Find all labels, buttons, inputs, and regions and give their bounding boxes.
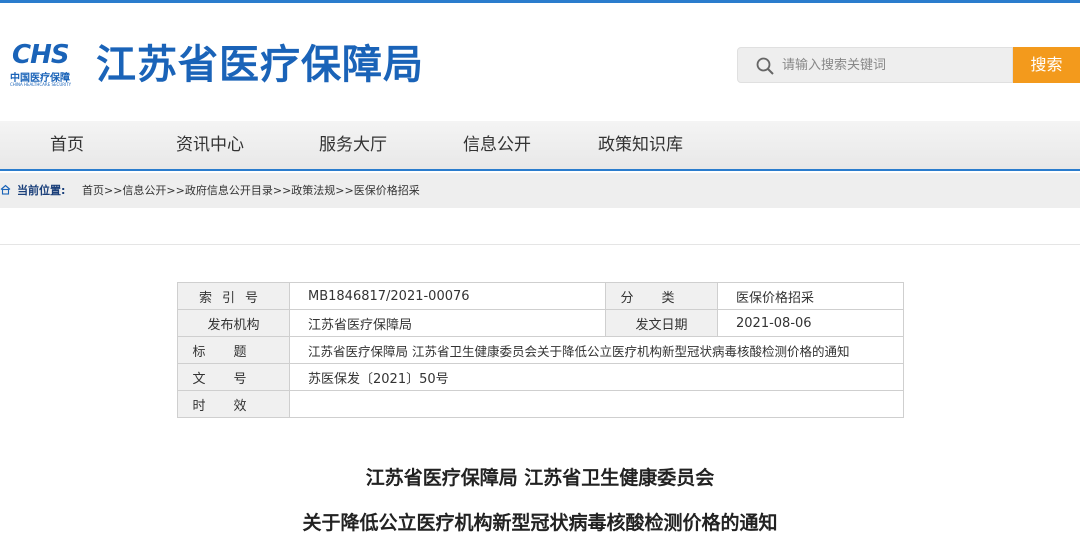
nav-item-news[interactable]: 资讯中心 xyxy=(176,121,244,169)
main-nav: 首页 资讯中心 服务大厅 信息公开 政策知识库 xyxy=(0,121,1080,171)
date-label: 发文日期 xyxy=(605,309,718,337)
logo-en-text: CHINA HEALTHCARE SECURITY xyxy=(10,82,72,87)
table-row: 发布机构 江苏省医疗保障局 发文日期 2021-08-06 xyxy=(177,309,904,337)
table-row: 时效 xyxy=(177,390,904,418)
index-label: 索引号 xyxy=(177,282,290,310)
validity-value xyxy=(289,390,904,418)
home-icon xyxy=(0,184,11,195)
search-button[interactable]: 搜索 xyxy=(1013,47,1080,83)
document-metadata-table: 索引号 MB1846817/2021-00076 分类 医保价格招采 发布机构 … xyxy=(177,282,904,418)
category-label: 分类 xyxy=(605,282,718,310)
site-title[interactable]: 江苏省医疗保障局 xyxy=(96,37,424,93)
docno-label: 文号 xyxy=(177,363,290,391)
validity-label: 时效 xyxy=(177,390,290,418)
table-row: 索引号 MB1846817/2021-00076 分类 医保价格招采 xyxy=(177,282,904,310)
category-value: 医保价格招采 xyxy=(717,282,904,310)
publisher-label: 发布机构 xyxy=(177,309,290,337)
breadcrumb: 当前位置: 首页>>信息公开>>政府信息公开目录>>政策法规>>医保价格招采 xyxy=(0,173,1080,208)
nav-item-policy-library[interactable]: 政策知识库 xyxy=(598,121,683,169)
document-title-line1: 江苏省医疗保障局 江苏省卫生健康委员会 xyxy=(365,467,715,489)
table-row: 文号 苏医保发〔2021〕50号 xyxy=(177,363,904,391)
title-label: 标题 xyxy=(177,336,290,364)
nav-item-disclosure[interactable]: 信息公开 xyxy=(463,121,531,169)
index-value: MB1846817/2021-00076 xyxy=(289,282,606,310)
chs-logo[interactable]: CHS 中国医疗保障 CHINA HEALTHCARE SECURITY xyxy=(10,40,82,87)
divider xyxy=(0,244,1080,245)
date-value: 2021-08-06 xyxy=(717,309,904,337)
logo-mark-text: CHS xyxy=(12,40,70,70)
search-box xyxy=(737,47,1013,83)
search-icon xyxy=(756,57,774,75)
publisher-value: 江苏省医疗保障局 xyxy=(289,309,606,337)
search-input[interactable] xyxy=(782,48,1002,82)
site-header: CHS 中国医疗保障 CHINA HEALTHCARE SECURITY 江苏省… xyxy=(0,3,1080,123)
breadcrumb-path[interactable]: 首页>>信息公开>>政府信息公开目录>>政策法规>>医保价格招采 xyxy=(82,173,420,208)
nav-item-home[interactable]: 首页 xyxy=(50,121,84,169)
document-title-line2: 关于降低公立医疗机构新型冠状病毒核酸检测价格的通知 xyxy=(302,512,778,534)
breadcrumb-label: 当前位置: xyxy=(17,184,66,197)
title-value: 江苏省医疗保障局 江苏省卫生健康委员会关于降低公立医疗机构新型冠状病毒核酸检测价… xyxy=(289,336,904,364)
table-row: 标题 江苏省医疗保障局 江苏省卫生健康委员会关于降低公立医疗机构新型冠状病毒核酸… xyxy=(177,336,904,364)
docno-value: 苏医保发〔2021〕50号 xyxy=(289,363,904,391)
nav-item-services[interactable]: 服务大厅 xyxy=(319,121,387,169)
